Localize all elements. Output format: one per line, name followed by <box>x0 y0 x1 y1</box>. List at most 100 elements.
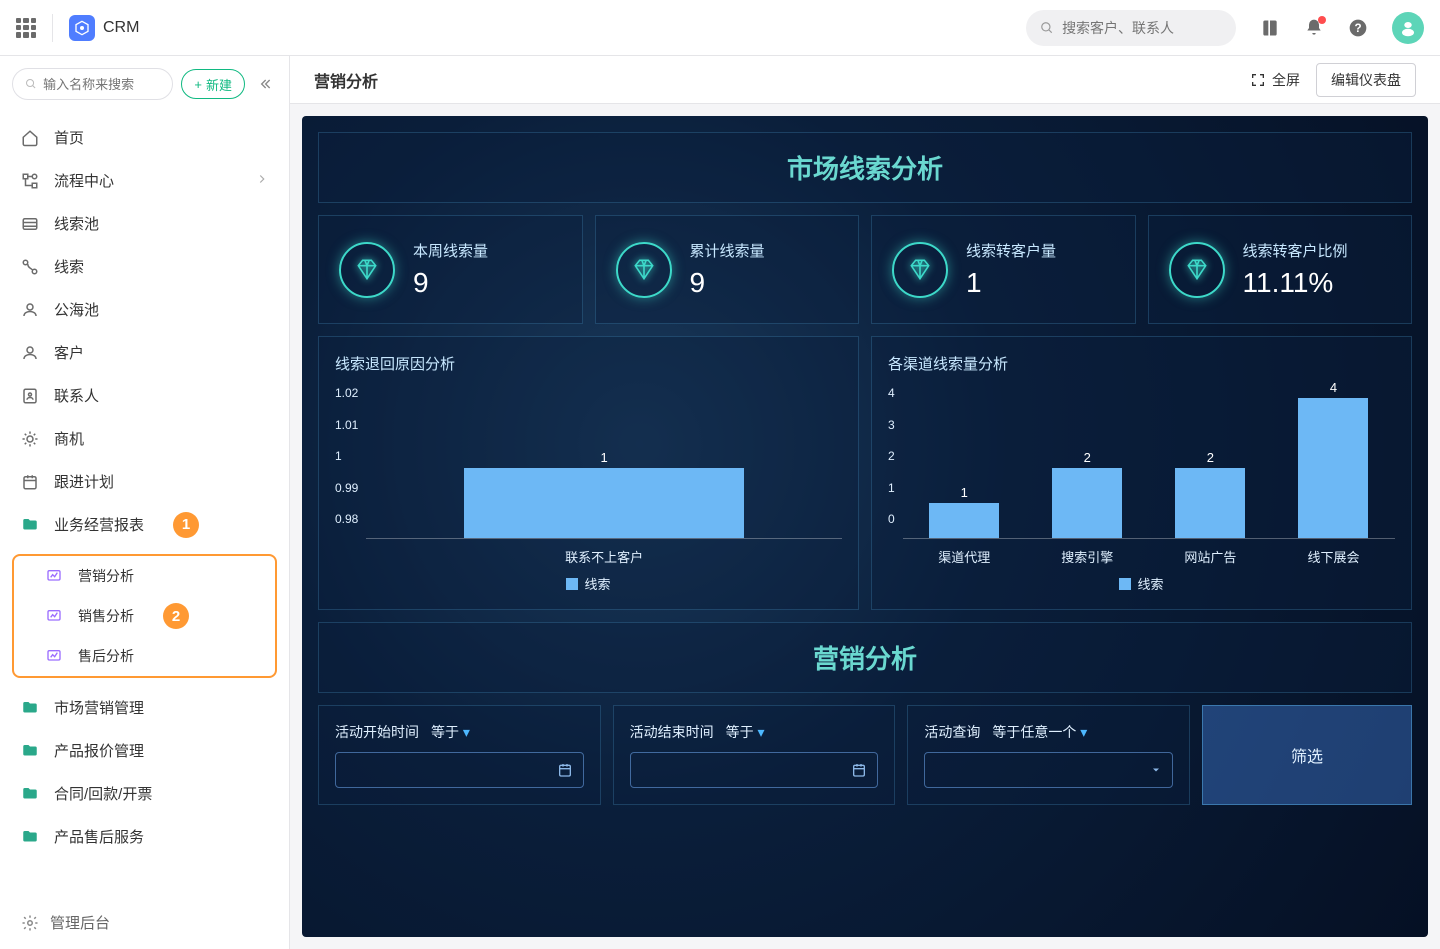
admin-link[interactable]: 管理后台 <box>0 896 289 949</box>
fullscreen-button[interactable]: 全屏 <box>1250 70 1300 90</box>
metric-label: 线索转客户比例 <box>1243 240 1348 261</box>
filter-start-date: 活动开始时间 等于 ▾ <box>318 705 601 805</box>
filter-select-input[interactable] <box>924 752 1173 788</box>
metric-card-weekly-leads: 本周线索量9 <box>318 215 583 324</box>
x-label: 渠道代理 <box>919 547 1009 566</box>
metric-card-conversion-rate: 线索转客户比例 11.11% <box>1148 215 1413 324</box>
legend-color <box>1119 578 1131 590</box>
sea-icon <box>20 300 40 320</box>
sidebar-item-label: 首页 <box>54 127 84 148</box>
metric-value: 1 <box>966 267 1056 299</box>
apps-grid-icon[interactable] <box>16 18 36 38</box>
filter-operator[interactable]: 等于 ▾ <box>431 722 470 742</box>
chart-legend: 线索 <box>335 574 842 593</box>
bar: 4 <box>1298 398 1368 538</box>
follow-icon <box>20 472 40 492</box>
bar-label: 1 <box>961 485 968 500</box>
app-name: CRM <box>103 19 139 37</box>
filter-button[interactable]: 筛选 <box>1202 705 1412 805</box>
sidebar-item-contract[interactable]: 合同/回款/开票 <box>0 772 289 815</box>
notification-badge <box>1318 16 1326 24</box>
diamond-icon <box>892 242 948 298</box>
x-axis: 联系不上客户 <box>366 547 842 566</box>
sidebar-item-flow[interactable]: 流程中心 <box>0 159 289 202</box>
sidebar-item-opportunity[interactable]: 商机 <box>0 417 289 460</box>
edit-dashboard-button[interactable]: 编辑仪表盘 <box>1316 63 1416 97</box>
dashboard: 市场线索分析 本周线索量9 累计线索量9 线索转客户量1 线索转客户比例11. <box>302 116 1428 937</box>
collapse-sidebar-icon[interactable] <box>253 72 277 96</box>
panel-header: 营销分析 全屏 编辑仪表盘 <box>290 56 1440 104</box>
book-icon[interactable] <box>1260 18 1280 38</box>
section-title-1: 市场线索分析 <box>318 132 1412 203</box>
sidebar-top: +新建 <box>0 56 289 112</box>
metric-label: 线索转客户量 <box>966 240 1056 261</box>
sidebar-item-home[interactable]: 首页 <box>0 116 289 159</box>
sidebar-item-sea[interactable]: 公海池 <box>0 288 289 331</box>
main-panel: 营销分析 全屏 编辑仪表盘 市场线索分析 本周线索量9 累计线索量9 <box>290 56 1440 949</box>
sidebar-item-label: 产品报价管理 <box>54 740 144 761</box>
sidebar-item-after-sales[interactable]: 产品售后服务 <box>0 815 289 858</box>
legend-color <box>566 578 578 590</box>
sidebar-item-business-report[interactable]: 业务经营报表 1 <box>0 503 289 546</box>
sidebar-item-label: 营销分析 <box>78 566 134 586</box>
sidebar-item-label: 公海池 <box>54 299 99 320</box>
search-icon <box>1040 20 1054 36</box>
filter-row: 活动开始时间 等于 ▾ 活动结束时间 等于 ▾ <box>318 705 1412 805</box>
home-icon <box>20 128 40 148</box>
bell-icon[interactable] <box>1304 18 1324 38</box>
sidebar-item-label: 产品售后服务 <box>54 826 144 847</box>
sidebar-item-label: 线索 <box>54 256 84 277</box>
diamond-icon <box>339 242 395 298</box>
sidebar-search[interactable] <box>12 68 173 100</box>
sidebar-subitem-marketing-analysis[interactable]: 营销分析 <box>26 556 275 596</box>
bar: 1 <box>929 503 999 538</box>
y-axis: 4 3 2 1 0 <box>888 386 903 526</box>
sidebar-item-customer[interactable]: 客户 <box>0 331 289 374</box>
nav-list: 首页 流程中心 线索池 线索 公海池 客户 <box>0 112 289 550</box>
sidebar-item-label: 市场营销管理 <box>54 697 144 718</box>
sidebar: +新建 首页 流程中心 线索池 线索 <box>0 56 290 949</box>
sidebar-item-contact[interactable]: 联系人 <box>0 374 289 417</box>
metric-row: 本周线索量9 累计线索量9 线索转客户量1 线索转客户比例11.11% <box>318 215 1412 324</box>
panel-title: 营销分析 <box>314 68 378 92</box>
filter-date-input[interactable] <box>630 752 879 788</box>
sidebar-subitem-service-analysis[interactable]: 售后分析 <box>26 636 275 676</box>
metric-value: 11.11% <box>1243 267 1348 299</box>
metric-label: 累计线索量 <box>690 240 765 261</box>
sidebar-subitem-sales-analysis[interactable]: 销售分析 2 <box>26 596 275 636</box>
global-search-input[interactable] <box>1062 20 1222 36</box>
legend-label: 线索 <box>584 574 610 593</box>
filter-operator[interactable]: 等于 ▾ <box>726 722 765 742</box>
sidebar-item-marketing-mgmt[interactable]: 市场营销管理 <box>0 686 289 729</box>
sidebar-item-label: 合同/回款/开票 <box>54 783 152 804</box>
contact-icon <box>20 386 40 406</box>
sidebar-search-input[interactable] <box>43 77 160 92</box>
bars-area: 1 <box>366 386 842 539</box>
sidebar-item-label: 跟进计划 <box>54 471 114 492</box>
customer-icon <box>20 343 40 363</box>
metric-card-converted: 线索转客户量 1 <box>871 215 1136 324</box>
diamond-icon <box>616 242 672 298</box>
filter-date-input[interactable] <box>335 752 584 788</box>
bar: 1 <box>464 468 744 538</box>
help-icon[interactable]: ? <box>1348 18 1368 38</box>
bar-label: 1 <box>601 450 608 465</box>
sidebar-item-leads[interactable]: 线索 <box>0 245 289 288</box>
bars-area: 1 2 2 4 <box>903 386 1395 539</box>
search-icon <box>25 77 37 91</box>
user-avatar[interactable] <box>1392 12 1424 44</box>
top-header: CRM ? <box>0 0 1440 56</box>
sidebar-item-product-quote[interactable]: 产品报价管理 <box>0 729 289 772</box>
nav-list-2: 市场营销管理 产品报价管理 合同/回款/开票 产品售后服务 <box>0 682 289 862</box>
admin-label: 管理后台 <box>50 912 110 933</box>
panel-actions: 全屏 编辑仪表盘 <box>1250 63 1416 97</box>
filter-operator[interactable]: 等于任意一个 ▾ <box>992 722 1087 742</box>
sidebar-item-follow[interactable]: 跟进计划 <box>0 460 289 503</box>
sidebar-item-leads-pool[interactable]: 线索池 <box>0 202 289 245</box>
section-title-2: 营销分析 <box>318 622 1412 693</box>
new-button[interactable]: +新建 <box>181 69 245 99</box>
global-search[interactable] <box>1026 10 1236 46</box>
filter-activity-query: 活动查询 等于任意一个 ▾ <box>907 705 1190 805</box>
divider <box>52 14 53 42</box>
opportunity-icon <box>20 429 40 449</box>
